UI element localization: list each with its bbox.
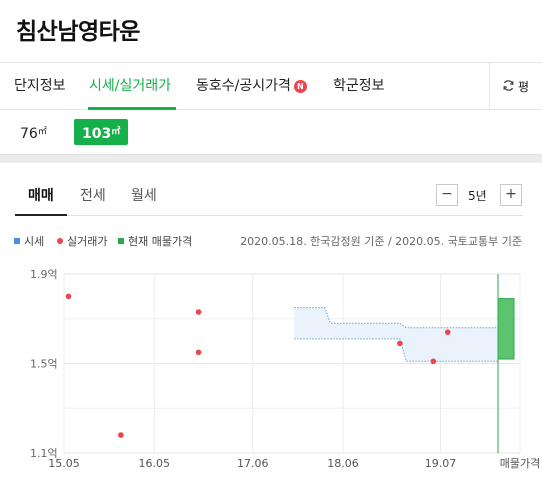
period-value: 5년 [468, 189, 487, 203]
legend-label: 시세 [24, 235, 45, 248]
legend-label: 현재 매물가격 [128, 235, 193, 248]
x-tick-label: 17.06 [237, 457, 269, 470]
price-chart-svg: 1.9억1.5억1.1억15.05 16.05 17.06 18.06 19.07 매물가… [30, 268, 540, 470]
chart-legend: 시세 실거래가 현재 매물가격 2020.05.18. 한국감정원 기준 / 2… [0, 232, 542, 250]
price-chart: 1.9억 1.5억 1.1억 15.05 16.05 17.06 18.06 19.07 매물가… [0, 258, 542, 494]
current-listing-bar [497, 298, 515, 360]
tab-complex-info[interactable]: 단지정보 [14, 75, 66, 95]
active-subtab-indicator [15, 214, 67, 216]
legend-market-price: 시세 [14, 233, 44, 249]
x-tick-label: 16.05 [139, 457, 171, 470]
legend-current-listing: 현재 매물가격 [118, 233, 192, 249]
subtab-monthly-rent[interactable]: 월세 [131, 185, 157, 205]
x-tick-label: 18.06 [327, 457, 359, 470]
market-price-band [294, 307, 500, 362]
x-tick-label: 19.07 [425, 457, 457, 470]
square-marker-icon [118, 238, 124, 244]
legend-transactions: 실거래가 [57, 233, 107, 249]
area-unit: ㎡ [37, 127, 47, 137]
circle-marker-icon [57, 238, 63, 244]
area-option-103[interactable]: 103㎡ [74, 119, 129, 145]
subtab-rule [15, 215, 523, 216]
x-tick-label: 매물가격 [500, 457, 540, 470]
transaction-point [65, 293, 72, 300]
y-tick-label: 1.9억 [30, 268, 58, 281]
transaction-point [195, 349, 202, 356]
area-option-76[interactable]: 76㎡ [12, 119, 55, 145]
subtab-sale[interactable]: 매매 [28, 185, 54, 205]
transaction-point [118, 432, 124, 438]
main-tabs: 단지정보 시세/실거래가 동호수/공시가격 N 학군정보 평 [0, 62, 542, 110]
transaction-point [397, 340, 403, 347]
legend-label: 실거래가 [67, 235, 108, 248]
pyeong-toggle-button[interactable]: 평 [489, 63, 542, 109]
source-note: 2020.05.18. 한국감정원 기준 / 2020.05. 국토교통부 기준 [240, 235, 522, 248]
pyeong-label: 평 [518, 80, 530, 94]
tab-unit-public-price-label: 동호수/공시가격 [196, 78, 291, 94]
transaction-point [430, 358, 437, 365]
subtab-jeonse[interactable]: 전세 [80, 185, 106, 205]
new-badge: N [293, 80, 307, 93]
y-tick-label: 1.5억 [30, 358, 58, 371]
title-bar: 침산남영타운 [0, 0, 542, 58]
tab-school-info[interactable]: 학군정보 [333, 75, 385, 95]
transaction-point [444, 329, 451, 335]
area-value: 76 [20, 126, 38, 142]
square-marker-icon [14, 238, 20, 244]
section-divider [0, 154, 542, 163]
area-unit: ㎡ [111, 127, 121, 137]
area-selector: 76㎡ 103㎡ [0, 110, 542, 154]
tab-price-transactions[interactable]: 시세/실거래가 [89, 75, 171, 95]
refresh-icon [503, 80, 514, 91]
period-increase-button[interactable]: + [500, 184, 522, 206]
page-title: 침산남영타운 [16, 19, 140, 45]
area-value: 103 [82, 126, 112, 142]
deal-type-tabs: 매매 전세 월세 − 5년 + [0, 163, 542, 219]
transaction-point [195, 309, 202, 315]
period-decrease-button[interactable]: − [436, 184, 458, 206]
tab-unit-public-price[interactable]: 동호수/공시가격 N [196, 75, 307, 95]
x-tick-label: 15.05 [48, 457, 80, 470]
